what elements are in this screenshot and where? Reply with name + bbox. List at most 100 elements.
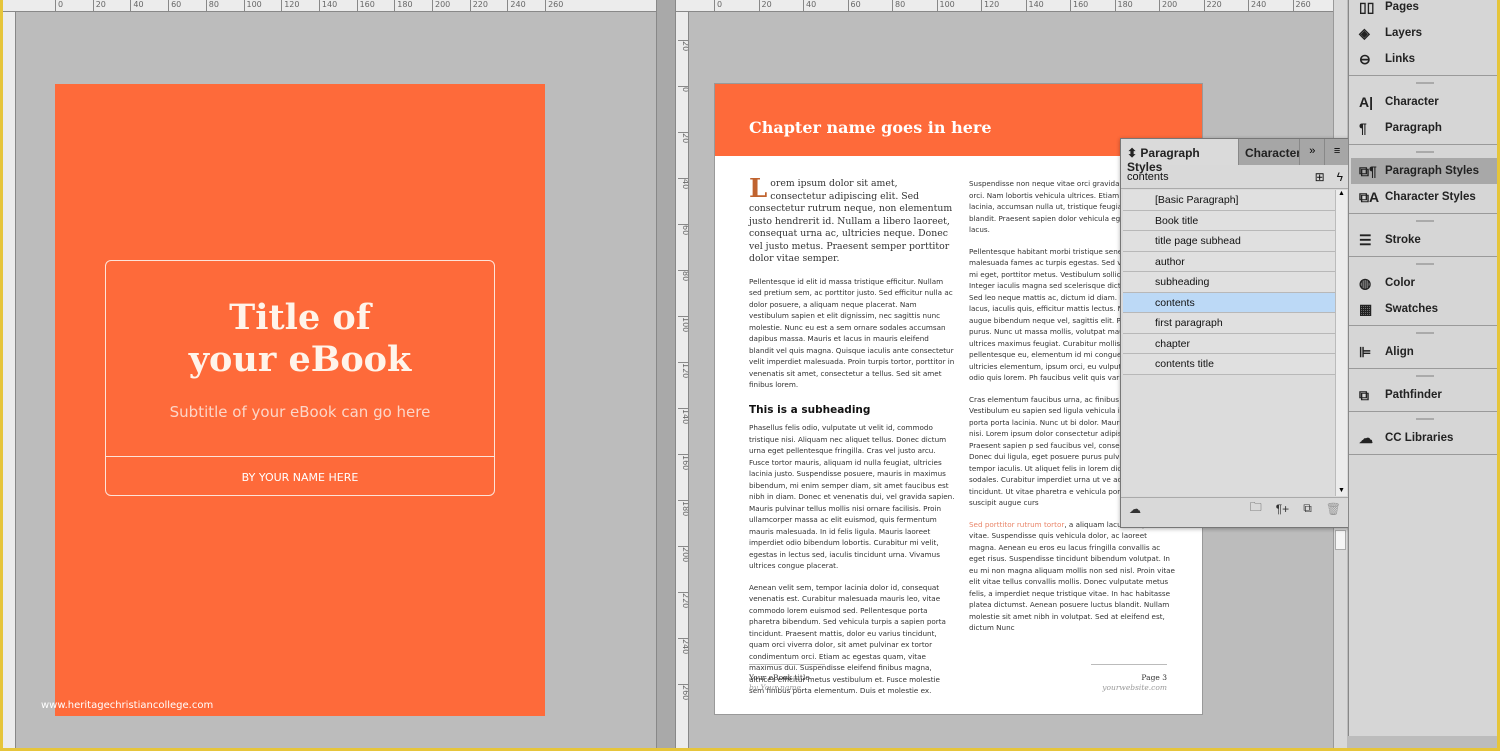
ruler-tick-label: 220 xyxy=(469,0,488,11)
tab-paragraph-styles[interactable]: ⬍ Paragraph Styles xyxy=(1121,139,1238,174)
ruler-tick-label: 100 xyxy=(936,0,955,11)
vertical-ruler-right[interactable]: 20 0 20 40 60 80 100 120 140 160 180 200 220 240 260 xyxy=(676,12,689,748)
ruler-tick-label: 180 xyxy=(1114,0,1133,11)
footer-website: yourwebsite.com xyxy=(1102,683,1167,692)
collapse-icon[interactable]: » xyxy=(1299,139,1324,165)
ruler-tick-label: 260 xyxy=(1292,0,1311,11)
create-new-style-icon[interactable]: ⧉ xyxy=(1303,501,1312,516)
style-item[interactable]: subheading xyxy=(1123,272,1337,293)
ruler-tick-label: 20 xyxy=(678,40,688,51)
dock-item-layers[interactable]: ◈ Layers xyxy=(1349,20,1497,46)
ruler-tick-label: 60 xyxy=(678,224,688,235)
dock-item-label: Links xyxy=(1385,53,1416,65)
color-icon: ◍ xyxy=(1359,274,1372,291)
style-item[interactable]: contents xyxy=(1123,292,1337,313)
group-grip[interactable] xyxy=(1415,375,1434,377)
dock-item-color[interactable]: ◍ Color xyxy=(1349,270,1497,296)
dock-item-stroke[interactable]: ☰ Stroke xyxy=(1349,227,1497,253)
dock-item-character-styles[interactable]: ⧉A Character Styles xyxy=(1349,184,1497,210)
dock-group: ⊫ Align xyxy=(1349,326,1497,369)
dock-item-swatches[interactable]: ▦ Swatches xyxy=(1349,296,1497,322)
delete-style-trash-icon[interactable]: 🗑 xyxy=(1326,502,1341,516)
cc-libraries-icon: ☁ xyxy=(1359,429,1373,446)
ruler-tick-label: 20 xyxy=(758,0,772,11)
ruler-tick-label: 80 xyxy=(205,0,219,11)
tab-character-styles[interactable]: Character Styles xyxy=(1237,139,1300,165)
page-number: Page 3 xyxy=(1141,673,1167,682)
group-grip[interactable] xyxy=(1415,418,1434,420)
body-paragraph: Phasellus felis odio, vulputate ut velit… xyxy=(749,423,955,570)
stroke-icon: ☰ xyxy=(1359,231,1372,248)
vertical-ruler-left[interactable] xyxy=(3,12,16,748)
ruler-tick-label: 20 xyxy=(92,0,106,11)
style-item[interactable]: contents title xyxy=(1123,354,1337,375)
dock-group: A| Character ¶ Paragraph xyxy=(1349,76,1497,145)
character-icon: A| xyxy=(1359,94,1374,110)
style-item[interactable]: chapter xyxy=(1123,333,1337,354)
ruler-tick-label: 240 xyxy=(1248,0,1266,11)
dock-item-label: Layers xyxy=(1385,27,1423,39)
dock-item-label: Align xyxy=(1385,346,1414,358)
chapter-title: Chapter name goes in here xyxy=(749,118,992,137)
ruler-tick-label: 40 xyxy=(803,0,816,11)
swatches-icon: ▦ xyxy=(1359,300,1373,317)
dock-item-pages[interactable]: ▯▯ Pages xyxy=(1349,0,1497,20)
ruler-tick-label: 80 xyxy=(892,0,905,11)
panel-scrollbar[interactable]: ▲ ▼ xyxy=(1335,190,1347,496)
cc-libraries-cloud-icon[interactable]: ☁ xyxy=(1129,502,1141,516)
ruler-tick-label: 260 xyxy=(545,0,563,11)
scroll-thumb[interactable] xyxy=(1335,530,1346,550)
title-box: Title of your eBook Subtitle of your eBoo… xyxy=(105,260,495,496)
ruler-tick-label: 240 xyxy=(678,638,688,654)
paragraph-icon: ¶ xyxy=(1359,120,1367,136)
new-style-from-selection-icon[interactable]: ⊞ xyxy=(1315,170,1325,184)
panel-menu-icon[interactable]: ≡ xyxy=(1324,139,1349,165)
split-view-divider[interactable] xyxy=(656,0,676,748)
style-item[interactable]: title page subhead xyxy=(1123,231,1337,252)
clear-overrides-icon[interactable]: ϟ xyxy=(1337,170,1343,184)
style-item[interactable]: Book title xyxy=(1123,210,1337,231)
ruler-tick-label: 120 xyxy=(981,0,999,11)
dock-item-paragraph-styles[interactable]: ⧉¶ Paragraph Styles xyxy=(1351,158,1497,184)
dock-group: ☰ Stroke xyxy=(1349,214,1497,257)
dock-item-cc-libraries[interactable]: ☁ CC Libraries xyxy=(1349,425,1497,451)
group-grip[interactable] xyxy=(1415,332,1434,334)
new-style-group-folder-icon[interactable]: 🗀 xyxy=(1250,498,1262,519)
dock-item-paragraph[interactable]: ¶ Paragraph xyxy=(1349,115,1497,141)
dock-group: ⧉¶ Paragraph Styles ⧉A Character Styles xyxy=(1349,145,1497,214)
styles-list[interactable]: [Basic Paragraph] Book title title page su… xyxy=(1123,190,1337,496)
watermark: www.heritagechristiancollege.com xyxy=(41,700,214,711)
group-grip[interactable] xyxy=(1415,82,1434,84)
text-link[interactable]: Sed porttitor rutrum tortor xyxy=(969,520,1064,529)
group-grip[interactable] xyxy=(1415,263,1434,265)
ruler-tick-label: 220 xyxy=(1203,0,1222,11)
ruler-tick-label: 220 xyxy=(678,592,688,608)
style-item[interactable]: first paragraph xyxy=(1123,313,1337,334)
character-styles-icon: ⧉A xyxy=(1359,188,1380,205)
dock-item-pathfinder[interactable]: ⧉ Pathfinder xyxy=(1349,382,1497,408)
indesign-workspace: 0 20 40 60 80 100 120 140 160 180 200 220 240 260 Tit… xyxy=(3,0,1497,748)
paragraph-styles-icon: ⧉¶ xyxy=(1359,162,1377,179)
style-item[interactable]: [Basic Paragraph] xyxy=(1123,190,1337,211)
dock-item-align[interactable]: ⊫ Align xyxy=(1349,339,1497,365)
text-column-1[interactable]: Lorem ipsum dolor sit amet, consectetur … xyxy=(749,176,955,707)
ruler-tick-label: 60 xyxy=(847,0,861,11)
ruler-tick-label: 0 xyxy=(678,86,688,92)
cover-byline: BY YOUR NAME HERE xyxy=(241,471,359,484)
group-grip[interactable] xyxy=(1415,151,1434,153)
dock-item-links[interactable]: ⊖ Links xyxy=(1349,46,1497,72)
ruler-tick-label: 200 xyxy=(1159,0,1177,11)
footer-title: Your eBook title xyxy=(749,673,810,682)
paragraph-styles-panel[interactable]: ⬍ Paragraph Styles Character Styles » ≡ … xyxy=(1120,138,1350,528)
ruler-tick-label: 200 xyxy=(432,0,450,11)
ruler-tick-label: 200 xyxy=(678,546,688,562)
ebook-cover-page[interactable]: Title of your eBook Subtitle of your eBoo… xyxy=(55,84,545,716)
group-grip[interactable] xyxy=(1415,220,1434,222)
clear-overrides-button-icon[interactable]: ¶+ xyxy=(1276,502,1289,516)
style-item[interactable]: author xyxy=(1123,251,1337,272)
dock-item-character[interactable]: A| Character xyxy=(1349,89,1497,115)
panel-dock: ▯▯ Pages ◈ Layers ⊖ Links A| Character ¶ Paragrap… xyxy=(1348,0,1497,736)
horizontal-ruler-left[interactable]: 0 20 40 60 80 100 120 140 160 180 200 220 240 260 xyxy=(3,0,656,12)
dock-item-label: Character Styles xyxy=(1385,191,1476,203)
horizontal-ruler-right[interactable]: 0 20 40 60 80 100 120 140 160 180 200 220 240 260 xyxy=(676,0,1333,12)
